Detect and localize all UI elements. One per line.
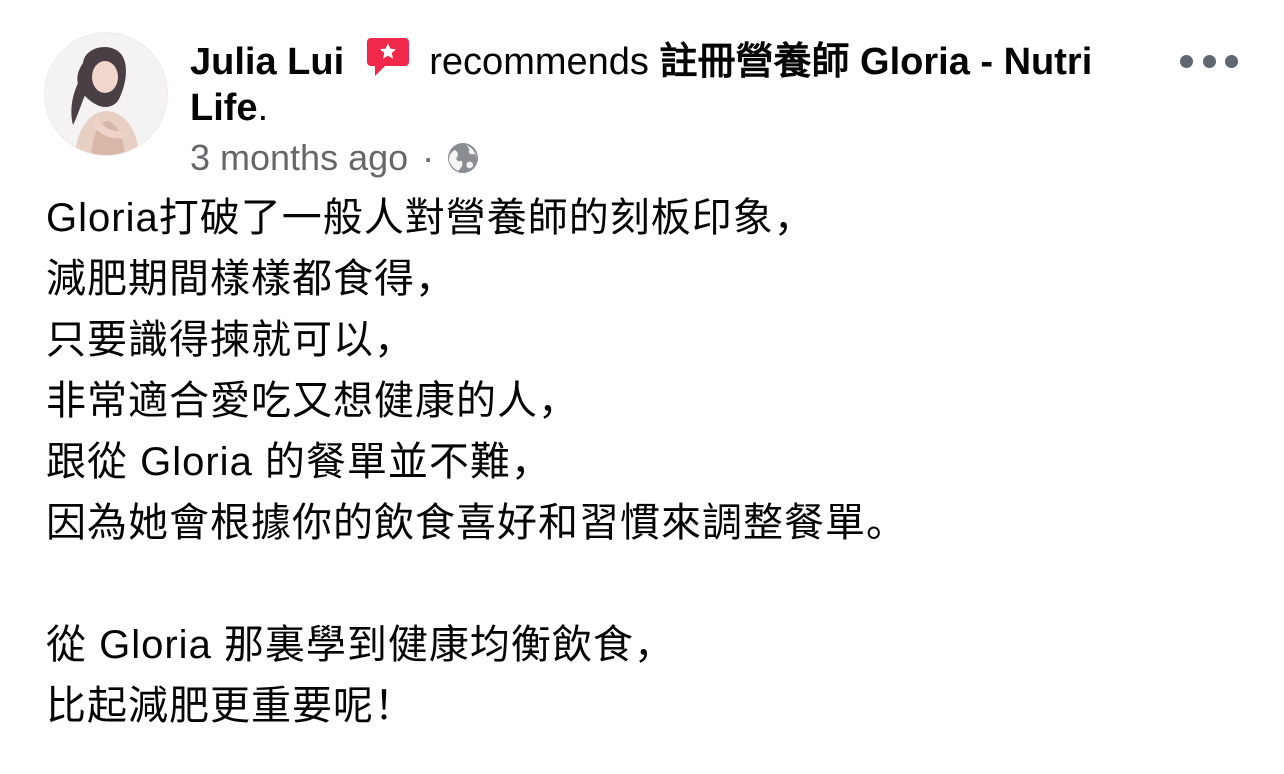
post-text-line: 因為她會根據你的飲食喜好和習慣來調整餐單。 — [46, 501, 907, 545]
author-name[interactable]: Julia Lui — [190, 41, 344, 83]
post-body: Gloria打破了一般人對營養師的刻板印象， 減肥期間樣樣都食得， 只要識得揀就… — [46, 188, 1246, 737]
more-dot — [1202, 54, 1216, 68]
recommend-badge-icon — [365, 36, 411, 78]
post-text-line: Gloria打破了一般人對營養師的刻板印象， — [46, 196, 815, 240]
author-avatar[interactable] — [44, 32, 168, 156]
avatar-photo — [45, 33, 167, 155]
more-options-icon[interactable] — [1180, 44, 1238, 78]
more-dot — [1225, 54, 1238, 68]
post-timestamp[interactable]: 3 months ago — [190, 136, 408, 180]
post-text-line: 跟從 Gloria 的餐單並不難， — [46, 440, 552, 484]
post-text-line: 減肥期間樣樣都食得， — [46, 257, 456, 301]
meta-separator: · — [422, 137, 435, 178]
post-text-line: 比起減肥更重要呢！ — [46, 684, 415, 728]
post-text-line: 非常適合愛吃又想健康的人， — [46, 379, 579, 423]
page-suffix: . — [257, 87, 269, 129]
post-meta: 3 months ago · — [190, 136, 480, 180]
more-dot — [1180, 54, 1193, 68]
post-text-line: 從 Gloria 那裏學到健康均衡飲食， — [46, 623, 675, 667]
action-verb: recommends — [429, 41, 649, 83]
recommendation-post: Julia Lui recommends 註冊營養師 Gloria - Nutr… — [0, 0, 1284, 774]
globe-icon[interactable] — [446, 141, 480, 175]
post-header: Julia Lui recommends 註冊營養師 Gloria - Nutr… — [190, 36, 1130, 131]
post-text-line: 只要識得揀就可以， — [46, 318, 415, 362]
